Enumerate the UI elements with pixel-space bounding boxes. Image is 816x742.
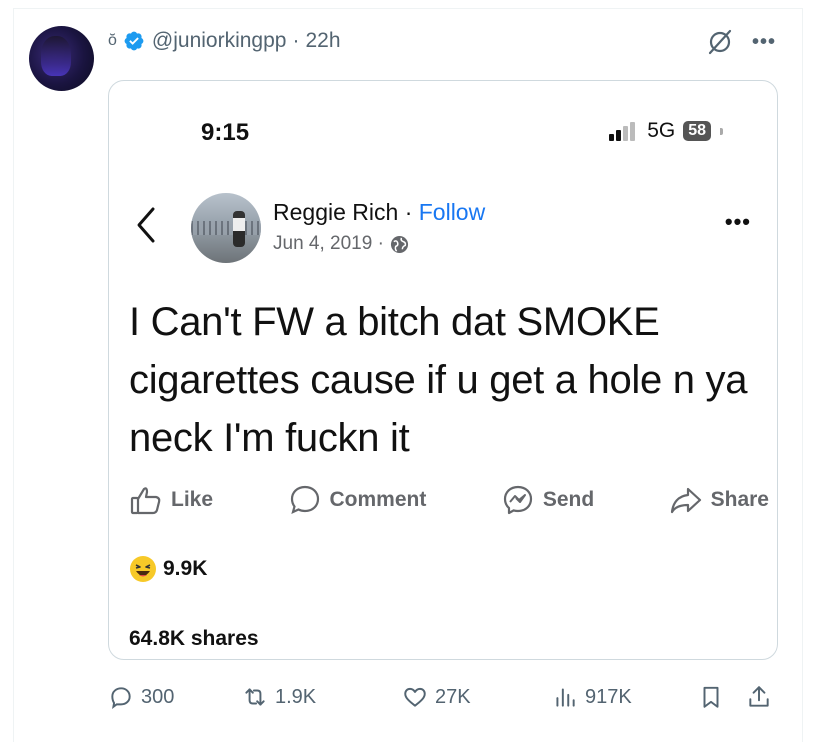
repost-button[interactable]: 1.9K bbox=[242, 684, 316, 710]
messenger-icon bbox=[503, 485, 532, 515]
repost-icon bbox=[245, 688, 265, 706]
phone-clock: 9:15 bbox=[201, 119, 250, 146]
bookmark-icon bbox=[703, 686, 719, 708]
battery-icon: 58 bbox=[683, 121, 711, 141]
more-options-icon[interactable]: ••• bbox=[752, 32, 776, 52]
repost-count: 1.9K bbox=[275, 685, 317, 708]
follow-button[interactable]: Follow bbox=[419, 199, 485, 225]
reactions-count: 9.9K bbox=[163, 557, 208, 580]
post-author-name[interactable]: Reggie Rich bbox=[273, 199, 398, 225]
like-tweet-button[interactable]: 27K bbox=[402, 684, 471, 710]
view-count: 917K bbox=[585, 685, 632, 708]
post-date[interactable]: Jun 4, 2019 · bbox=[273, 233, 384, 255]
signal-strength-icon bbox=[609, 122, 636, 141]
tweet-timestamp[interactable]: 22h bbox=[305, 29, 340, 53]
battery-tip bbox=[720, 127, 723, 135]
user-avatar[interactable] bbox=[29, 26, 94, 91]
reply-button[interactable]: 300 bbox=[108, 684, 174, 710]
reply-icon bbox=[111, 687, 131, 709]
send-label: Send bbox=[542, 488, 595, 511]
user-handle[interactable]: @juniorkingpp bbox=[152, 29, 287, 53]
share-arrow-icon bbox=[670, 487, 701, 514]
haha-reaction-icon bbox=[130, 556, 156, 582]
comment-button[interactable]: Comment bbox=[288, 483, 427, 517]
comment-bubble-icon bbox=[290, 485, 319, 514]
analytics-bars-icon bbox=[556, 688, 575, 707]
heart-icon bbox=[404, 687, 426, 707]
phone-status-bar: 5G 58 bbox=[609, 119, 723, 143]
author-separator: · bbox=[404, 199, 413, 225]
comment-label: Comment bbox=[329, 488, 427, 511]
avatar-background bbox=[191, 221, 261, 235]
globe-icon bbox=[390, 235, 408, 253]
avatar-person bbox=[233, 211, 245, 247]
thumbs-up-icon bbox=[130, 487, 161, 515]
share-label: Share bbox=[710, 488, 769, 511]
author-avatar[interactable] bbox=[191, 193, 261, 263]
verified-badge-icon bbox=[124, 31, 144, 51]
like-label: Like bbox=[171, 488, 214, 511]
post-author-line: Reggie Rich · Follow bbox=[273, 199, 485, 226]
post-body-text: I Can't FW a bitch dat SMOKE cigarettes … bbox=[129, 300, 748, 460]
reply-count: 300 bbox=[141, 685, 175, 708]
battery-level: 58 bbox=[688, 122, 706, 139]
back-chevron-icon[interactable] bbox=[133, 203, 161, 247]
post-meta: Jun 4, 2019 · bbox=[273, 233, 409, 255]
like-count: 27K bbox=[435, 685, 471, 708]
bookmark-button[interactable] bbox=[698, 684, 724, 710]
shares-count[interactable]: 64.8K shares bbox=[129, 627, 259, 651]
share-tweet-button[interactable] bbox=[746, 684, 772, 710]
send-button[interactable]: Send bbox=[501, 483, 594, 517]
upload-share-icon bbox=[749, 686, 769, 707]
header-separator: · bbox=[292, 29, 300, 52]
display-name[interactable]: ŏ bbox=[108, 32, 117, 50]
reactions-summary[interactable]: 9.9K bbox=[129, 555, 207, 583]
views-button[interactable]: 917K bbox=[552, 684, 632, 710]
like-button[interactable]: Like bbox=[129, 483, 213, 517]
grok-icon[interactable] bbox=[706, 28, 734, 56]
embedded-image-card[interactable]: 9:15 5G 58 Reggie Rich · Follow Jun 4, 2… bbox=[108, 80, 778, 660]
share-button[interactable]: Share bbox=[669, 483, 769, 517]
tweet-header: ŏ @juniorkingpp · 22h bbox=[108, 28, 341, 54]
post-more-options-icon[interactable]: ••• bbox=[725, 211, 751, 233]
tweet-action-bar: 300 1.9K 27K 917K bbox=[108, 680, 778, 716]
network-type: 5G bbox=[647, 119, 676, 142]
tweet-header-actions: ••• bbox=[706, 28, 776, 56]
post-action-bar: Like Comment Send Share bbox=[129, 483, 769, 517]
